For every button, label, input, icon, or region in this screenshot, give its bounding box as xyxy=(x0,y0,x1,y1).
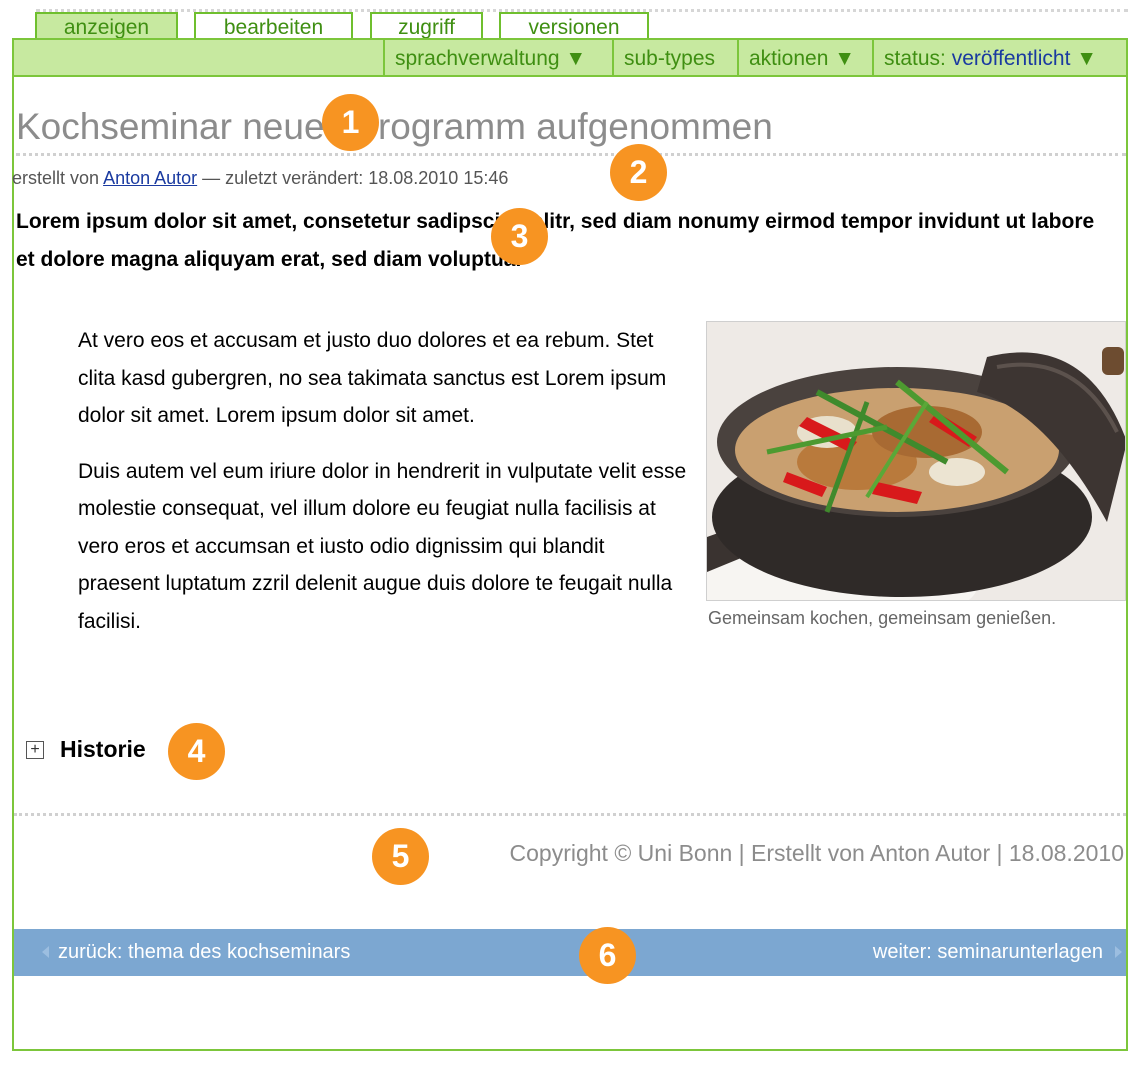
prev-page-link[interactable]: zurück: thema des kochseminars xyxy=(58,941,350,964)
tab-bearbeiten[interactable]: bearbeiten xyxy=(194,12,353,40)
prev-arrow-icon[interactable] xyxy=(42,946,49,958)
callout-badge-2: 2 xyxy=(610,144,667,201)
callout-badge-4: 4 xyxy=(168,723,225,780)
article-image xyxy=(706,321,1126,601)
subtypes-menu[interactable]: sub-types xyxy=(612,40,737,77)
lead-text: Lorem ipsum dolor sit amet, consetetur s… xyxy=(16,210,1095,271)
cooking-pot-image xyxy=(707,322,1125,600)
author-link[interactable]: Anton Autor xyxy=(103,168,197,188)
copyright-text: Copyright © Uni Bonn | Erstellt von Anto… xyxy=(509,840,1125,866)
next-arrow-icon[interactable] xyxy=(1115,946,1122,958)
tab-zugriff[interactable]: zugriff xyxy=(370,12,483,40)
callout-badge-5: 5 xyxy=(372,828,429,885)
next-page-link[interactable]: weiter: seminarunterlagen xyxy=(873,941,1103,964)
paragraph: Duis autem vel eum iriure dolor in hendr… xyxy=(78,459,687,633)
sprachverwaltung-menu[interactable]: sprachverwaltung ▼ xyxy=(383,40,612,77)
expand-icon[interactable]: + xyxy=(26,741,44,759)
footer-divider xyxy=(14,813,1126,816)
tab-versionen[interactable]: versionen xyxy=(499,12,649,40)
callout-badge-1: 1 xyxy=(322,94,379,151)
callout-badge-3: 3 xyxy=(491,208,548,265)
byline-prefix: erstellt von xyxy=(12,168,100,188)
aktionen-menu[interactable]: aktionen ▼ xyxy=(737,40,872,77)
paragraph: At vero eos et accusam et justo duo dolo… xyxy=(78,329,667,427)
body-text: At vero eos et accusam et justo duo dolo… xyxy=(78,322,688,658)
title-divider xyxy=(16,153,1126,156)
callout-badge-6: 6 xyxy=(579,927,636,984)
byline: erstellt von Anton Autor — zuletzt verän… xyxy=(12,168,508,189)
page-title: Kochseminar neues Programm aufgenommen xyxy=(16,106,773,147)
status-label: status: xyxy=(884,47,946,70)
byline-modified: — zuletzt verändert: 18.08.2010 15:46 xyxy=(202,168,509,188)
status-menu[interactable]: status: veröffentlicht ▼ xyxy=(872,40,1126,77)
status-value: veröffentlicht xyxy=(951,47,1071,70)
history-toggle[interactable]: Historie xyxy=(60,736,146,763)
chevron-down-icon: ▼ xyxy=(1076,47,1098,70)
image-caption: Gemeinsam kochen, gemeinsam genießen. xyxy=(708,608,1057,628)
